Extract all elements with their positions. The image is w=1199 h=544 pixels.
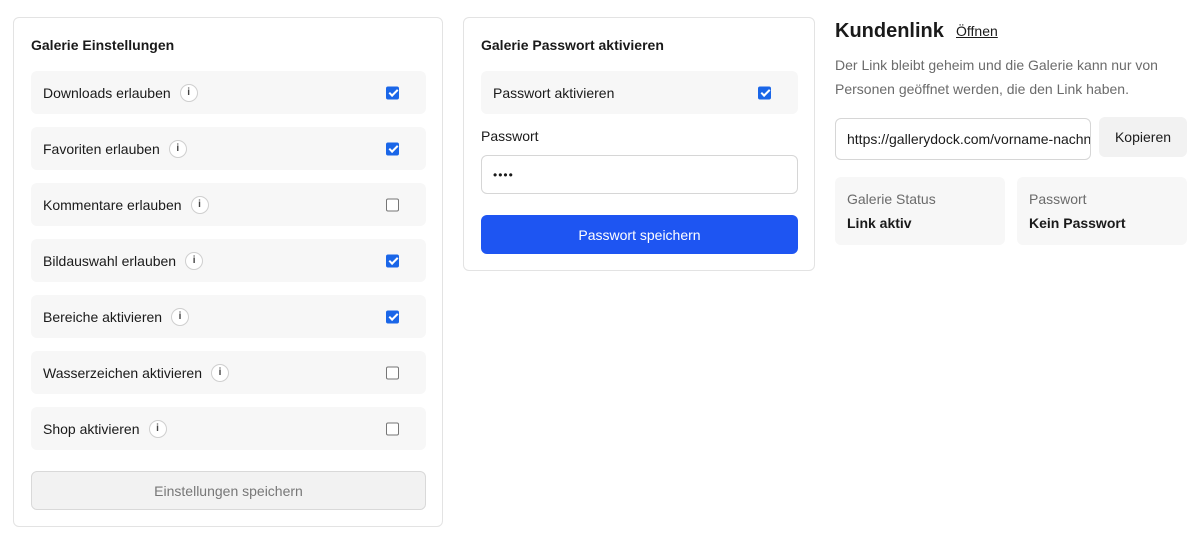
setting-label-image-selection: Bildauswahl erlauben <box>43 252 177 269</box>
checkbox-shop[interactable] <box>386 422 399 435</box>
save-password-button[interactable]: Passwort speichern <box>481 215 798 254</box>
checkbox-watermark[interactable] <box>386 366 399 379</box>
info-icon[interactable]: i <box>211 363 229 382</box>
password-status-value: Kein Passwort <box>1029 215 1126 231</box>
checkbox-password[interactable] <box>758 86 771 99</box>
checkbox-favorites[interactable] <box>386 142 399 155</box>
setting-label-comments: Kommentare erlauben <box>43 196 182 213</box>
info-icon[interactable]: i <box>190 195 209 214</box>
info-icon[interactable]: i <box>171 307 190 326</box>
customer-link-heading: Kundenlink <box>835 20 944 42</box>
checkbox-comments[interactable] <box>386 198 399 211</box>
password-field-label: Passwort <box>481 128 539 144</box>
checkbox-image-selection[interactable] <box>386 254 399 267</box>
customer-link-description: Der Link bleibt geheim und die Galerie k… <box>835 57 1158 97</box>
copy-button[interactable]: Kopieren <box>1099 117 1187 157</box>
setting-row-image-selection[interactable]: Bildauswahl erlauben i <box>31 239 426 282</box>
setting-row-downloads[interactable]: Downloads erlauben i <box>31 71 426 114</box>
gallery-status-box: Galerie Status Link aktiv <box>835 177 1005 245</box>
open-link[interactable]: Öffnen <box>956 23 998 39</box>
info-icon[interactable]: i <box>185 251 204 270</box>
info-icon[interactable]: i <box>179 83 198 102</box>
setting-label-watermark: Wasserzeichen aktivieren <box>43 364 202 381</box>
password-status-box: Passwort Kein Passwort <box>1017 177 1187 245</box>
password-input[interactable]: •••• <box>481 155 798 194</box>
setting-row-shop[interactable]: Shop aktivieren i <box>31 407 426 450</box>
customer-link-url-field[interactable]: https://gallerydock.com/vorname-nachname <box>835 118 1091 160</box>
setting-label-favorites: Favoriten erlauben <box>43 140 160 157</box>
checkbox-sections[interactable] <box>386 310 399 323</box>
save-settings-button[interactable]: Einstellungen speichern <box>31 471 426 510</box>
password-status-label: Passwort <box>1029 191 1087 207</box>
gallery-status-label: Galerie Status <box>847 191 936 207</box>
checkbox-downloads[interactable] <box>386 86 399 99</box>
info-icon[interactable]: i <box>168 139 187 158</box>
setting-row-comments[interactable]: Kommentare erlauben i <box>31 183 426 226</box>
info-icon[interactable]: i <box>148 419 167 438</box>
password-toggle-label: Passwort aktivieren <box>493 84 615 101</box>
setting-label-downloads: Downloads erlauben <box>43 84 171 101</box>
gallery-password-card: Galerie Passwort aktivieren Passwort akt… <box>463 17 815 271</box>
setting-label-sections: Bereiche aktivieren <box>43 308 163 325</box>
gallery-password-title: Galerie Passwort aktivieren <box>481 37 664 53</box>
gallery-settings-title: Galerie Einstellungen <box>31 37 175 53</box>
setting-row-favorites[interactable]: Favoriten erlauben i <box>31 127 426 170</box>
setting-label-shop: Shop aktivieren <box>43 420 140 437</box>
setting-row-sections[interactable]: Bereiche aktivieren i <box>31 295 426 338</box>
gallery-status-value: Link aktiv <box>847 215 912 231</box>
setting-row-watermark[interactable]: Wasserzeichen aktivieren i <box>31 351 426 394</box>
gallery-settings-card: Galerie Einstellungen Downloads erlauben… <box>13 17 443 527</box>
password-toggle-row[interactable]: Passwort aktivieren <box>481 71 798 114</box>
